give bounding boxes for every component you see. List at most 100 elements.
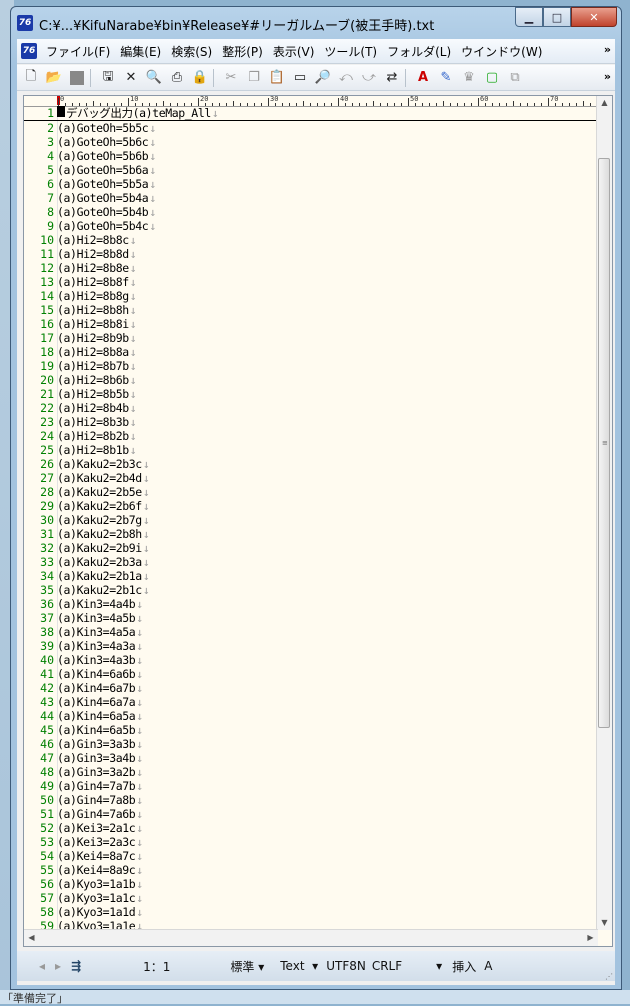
ime-status[interactable]: A (484, 959, 492, 973)
save-disabled-icon[interactable] (67, 68, 87, 88)
paste-icon[interactable]: 📋 (267, 68, 287, 88)
text-line[interactable]: 54 (a)Kei4=8a7c ↓ (24, 849, 598, 863)
text-line[interactable]: 2 (a)GoteOh=5b5c ↓ (24, 121, 598, 135)
new-file-icon[interactable]: 🗋 (21, 68, 41, 88)
nav-back-icon[interactable]: ◂ (39, 959, 45, 973)
newline-dropdown-icon[interactable]: ▾ (436, 959, 442, 973)
window-clone-icon[interactable]: ⧉ (505, 68, 525, 88)
print-icon[interactable]: ⎙ (167, 68, 187, 88)
text-line[interactable]: 51 (a)Gin4=7a6b ↓ (24, 807, 598, 821)
text-line[interactable]: 56 (a)Kyo3=1a1b ↓ (24, 877, 598, 891)
text-line[interactable]: 6 (a)GoteOh=5b5a ↓ (24, 177, 598, 191)
text-line[interactable]: 33 (a)Kaku2=2b3a ↓ (24, 555, 598, 569)
text-line[interactable]: 13 (a)Hi2=8b8f ↓ (24, 275, 598, 289)
print-preview-icon[interactable]: 🔍 (144, 68, 164, 88)
vertical-scroll-thumb[interactable]: ≡ (598, 158, 610, 728)
text-line[interactable]: 48 (a)Gin3=3a2b ↓ (24, 765, 598, 779)
text-line[interactable]: 49 (a)Gin4=7a7b ↓ (24, 779, 598, 793)
menu-search[interactable]: 検索(S) (166, 43, 217, 60)
text-line[interactable]: 40 (a)Kin3=4a3b ↓ (24, 653, 598, 667)
find-prev-icon[interactable]: ⤺ (336, 68, 356, 88)
lock-icon[interactable]: 🔒 (190, 68, 210, 88)
maximize-button[interactable]: □ (543, 7, 571, 27)
text-line[interactable]: 42 (a)Kin4=6a7b ↓ (24, 681, 598, 695)
resize-grip-icon[interactable]: ⋰ (605, 972, 613, 981)
text-line[interactable]: 26 (a)Kaku2=2b3c ↓ (24, 457, 598, 471)
save-as-icon[interactable]: 🖫 (98, 68, 118, 88)
text-line[interactable]: 47 (a)Gin3=3a4b ↓ (24, 751, 598, 765)
text-line[interactable]: 16 (a)Hi2=8b8i ↓ (24, 317, 598, 331)
menu-window[interactable]: ウインドウ(W) (456, 43, 547, 60)
scroll-right-icon[interactable]: ▶ (583, 931, 598, 945)
text-line[interactable]: 32 (a)Kaku2=2b9i ↓ (24, 541, 598, 555)
text-line[interactable]: 8 (a)GoteOh=5b4b ↓ (24, 205, 598, 219)
text-line[interactable]: 24 (a)Hi2=8b2b ↓ (24, 429, 598, 443)
text-line[interactable]: 36 (a)Kin3=4a4b ↓ (24, 597, 598, 611)
text-line[interactable]: 20 (a)Hi2=8b6b ↓ (24, 373, 598, 387)
text-line[interactable]: 43 (a)Kin4=6a7a ↓ (24, 695, 598, 709)
title-bar[interactable]: 76 C:¥...¥KifuNarabe¥bin¥Release¥#リーガルムー… (11, 7, 621, 35)
text-line[interactable]: 39 (a)Kin3=4a3a ↓ (24, 639, 598, 653)
text-line[interactable]: 46 (a)Gin3=3a3b ↓ (24, 737, 598, 751)
text-line[interactable]: 21 (a)Hi2=8b5b ↓ (24, 387, 598, 401)
text-line[interactable]: 55 (a)Kei4=8a9c ↓ (24, 863, 598, 877)
crown-icon[interactable]: ♛ (459, 68, 479, 88)
font-color-icon[interactable]: A (413, 68, 433, 88)
open-folder-icon[interactable]: 📂 (44, 68, 64, 88)
close-window-button[interactable]: ✕ (571, 7, 617, 27)
text-line[interactable]: 34 (a)Kaku2=2b1a ↓ (24, 569, 598, 583)
text-line[interactable]: 7 (a)GoteOh=5b4a ↓ (24, 191, 598, 205)
text-line[interactable]: 9 (a)GoteOh=5b4c ↓ (24, 219, 598, 233)
text-line[interactable]: 58 (a)Kyo3=1a1d ↓ (24, 905, 598, 919)
find-icon[interactable]: 🔎 (313, 68, 333, 88)
text-line[interactable]: 23 (a)Hi2=8b3b ↓ (24, 415, 598, 429)
text-line[interactable]: 35 (a)Kaku2=2b1c ↓ (24, 583, 598, 597)
menu-view[interactable]: 表示(V) (268, 43, 320, 60)
text-line[interactable]: 31 (a)Kaku2=2b8h ↓ (24, 527, 598, 541)
vertical-scrollbar[interactable]: ▲ ≡ ▼ (596, 96, 612, 930)
text-line[interactable]: 18 (a)Hi2=8b8a ↓ (24, 345, 598, 359)
text-line[interactable]: 14 (a)Hi2=8b8g ↓ (24, 289, 598, 303)
menu-folder[interactable]: フォルダ(L) (382, 43, 456, 60)
text-line[interactable]: 25 (a)Hi2=8b1b ↓ (24, 443, 598, 457)
text-line[interactable]: 15 (a)Hi2=8b8h ↓ (24, 303, 598, 317)
text-line[interactable]: 27 (a)Kaku2=2b4d ↓ (24, 471, 598, 485)
window-icon[interactable]: ▭ (290, 68, 310, 88)
text-line[interactable]: 45 (a)Kin4=6a5b ↓ (24, 723, 598, 737)
text-line[interactable]: 19 (a)Hi2=8b7b ↓ (24, 359, 598, 373)
menu-tools[interactable]: ツール(T) (319, 43, 382, 60)
newline-status[interactable]: CRLF (372, 959, 402, 973)
find-next-icon[interactable]: ⤻ (359, 68, 379, 88)
text-line[interactable]: 52 (a)Kei3=2a1c ↓ (24, 821, 598, 835)
close-file-icon[interactable]: ✕ (121, 68, 141, 88)
text-editor[interactable]: 0 10 20 30 40 50 60 70 1 デバッグ出力(a)teMap_All ↓ 2 (a)… (23, 95, 613, 947)
text-line[interactable]: 10 (a)Hi2=8b8c ↓ (24, 233, 598, 247)
text-line[interactable]: 30 (a)Kaku2=2b7g ↓ (24, 513, 598, 527)
text-line[interactable]: 28 (a)Kaku2=2b5e ↓ (24, 485, 598, 499)
text-line[interactable]: 41 (a)Kin4=6a6b ↓ (24, 667, 598, 681)
scroll-up-icon[interactable]: ▲ (597, 96, 612, 110)
text-line[interactable]: 57 (a)Kyo3=1a1c ↓ (24, 891, 598, 905)
menu-overflow-icon[interactable]: » (604, 43, 611, 56)
text-line[interactable]: 12 (a)Hi2=8b8e ↓ (24, 261, 598, 275)
text-line[interactable]: 5 (a)GoteOh=5b6a ↓ (24, 163, 598, 177)
text-line[interactable]: 4 (a)GoteOh=5b6b ↓ (24, 149, 598, 163)
replace-icon[interactable]: ⇄ (382, 68, 402, 88)
text-line[interactable]: 3 (a)GoteOh=5b6c ↓ (24, 135, 598, 149)
spell-icon[interactable]: ✎ (436, 68, 456, 88)
text-line[interactable]: 1 デバッグ出力(a)teMap_All ↓ (24, 106, 598, 121)
text-line[interactable]: 50 (a)Gin4=7a8b ↓ (24, 793, 598, 807)
scroll-down-icon[interactable]: ▼ (597, 916, 612, 930)
app-icon[interactable]: 76 (17, 15, 33, 31)
text-line[interactable]: 38 (a)Kin3=4a5a ↓ (24, 625, 598, 639)
text-line[interactable]: 22 (a)Hi2=8b4b ↓ (24, 401, 598, 415)
encoding-status[interactable]: UTF8N (326, 959, 366, 973)
text-line[interactable]: 37 (a)Kin3=4a5b ↓ (24, 611, 598, 625)
menu-file[interactable]: ファイル(F) (41, 43, 115, 60)
text-line[interactable]: 29 (a)Kaku2=2b6f ↓ (24, 499, 598, 513)
text-lines[interactable]: 1 デバッグ出力(a)teMap_All ↓ 2 (a)GoteOh=5b5c ↓ 3 (a)… (24, 106, 598, 946)
copy-icon[interactable]: ❐ (244, 68, 264, 88)
text-line[interactable]: 17 (a)Hi2=8b9b ↓ (24, 331, 598, 345)
file-type-dropdown[interactable]: Text ▾ (280, 959, 318, 973)
frame-icon[interactable]: ▢ (482, 68, 502, 88)
